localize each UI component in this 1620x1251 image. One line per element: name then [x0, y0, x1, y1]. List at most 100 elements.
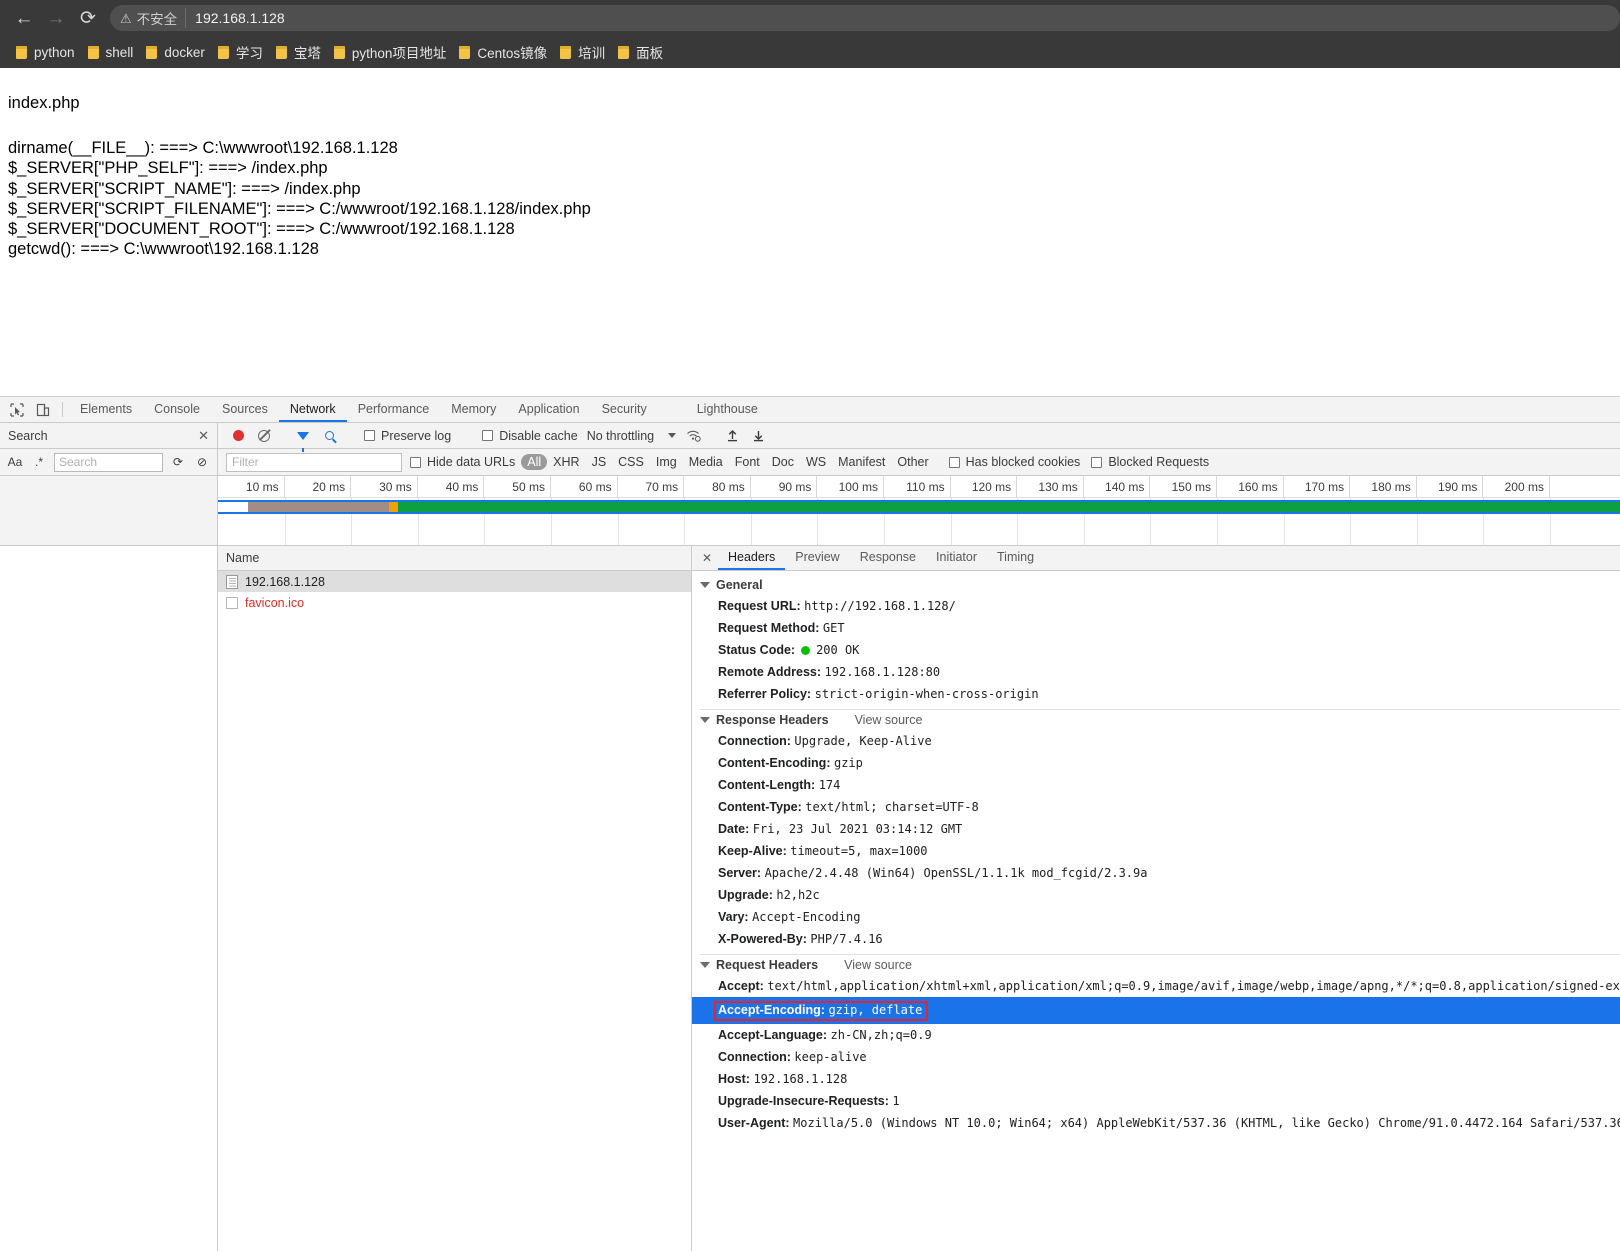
throttling-select[interactable]: No throttling [587, 429, 680, 443]
refresh-button[interactable]: ⟳ [167, 451, 189, 473]
regex-button[interactable]: .* [28, 451, 50, 473]
tab-sources[interactable]: Sources [211, 397, 279, 422]
type-filter-css[interactable]: CSS [612, 454, 650, 470]
bookmark-item[interactable]: shell [84, 42, 143, 63]
timeline-tick: 40 ms [418, 476, 485, 498]
type-filter-doc[interactable]: Doc [766, 454, 800, 470]
record-button[interactable] [225, 423, 251, 449]
disable-cache-label: Disable cache [499, 428, 578, 443]
request-name: favicon.ico [245, 595, 305, 610]
inspect-element-icon[interactable] [4, 397, 30, 422]
header-name: Referrer Policy: [718, 686, 812, 701]
network-filter-input[interactable]: Filter [226, 452, 402, 472]
tab-response[interactable]: Response [850, 546, 926, 570]
tab-timing[interactable]: Timing [987, 546, 1044, 570]
toggle-device-toolbar-icon[interactable] [30, 397, 56, 422]
view-source-link[interactable]: View source [855, 713, 923, 727]
timeline-tick: 170 ms [1284, 476, 1351, 498]
type-filter-xhr[interactable]: XHR [547, 454, 585, 470]
tab-initiator[interactable]: Initiator [926, 546, 987, 570]
network-conditions-button[interactable] [680, 423, 706, 449]
preserve-log-checkbox[interactable]: Preserve log [355, 429, 460, 443]
search-and-controls-strip: Search ✕ Preserve log Disable cache No t… [0, 423, 1620, 452]
type-filter-font[interactable]: Font [729, 454, 766, 470]
disable-cache-checkbox[interactable]: Disable cache [473, 429, 587, 443]
reload-icon[interactable]: ⟳ [72, 2, 104, 34]
type-filter-all[interactable]: All [521, 454, 548, 470]
bookmark-item[interactable]: python [12, 42, 84, 63]
request-headers-section-header[interactable]: Request Headers View source [692, 955, 1620, 975]
bookmark-item[interactable]: docker [142, 42, 214, 63]
view-source-link[interactable]: View source [844, 958, 912, 972]
overview-timeline[interactable]: 10 ms 20 ms 30 ms 40 ms 50 ms 60 ms 70 ms 80 ms… [218, 476, 1620, 545]
filter-toggle-button[interactable] [290, 423, 316, 452]
request-details-pane: ✕ Headers Preview Response Initiator Tim… [692, 546, 1620, 1251]
bookmark-item[interactable]: 面板 [614, 39, 672, 65]
table-row[interactable]: favicon.ico [218, 592, 691, 613]
header-value: 174 [818, 777, 841, 792]
timeline-tick: 130 ms [1017, 476, 1084, 498]
header-name: User-Agent: [718, 1115, 790, 1130]
resource-type-filters: All XHR JS CSS Img Media Font Doc WS Man… [521, 449, 934, 475]
page-content: index.php dirname(__FILE__): ===> C:\www… [0, 68, 1620, 396]
requests-column-header[interactable]: Name [218, 546, 691, 571]
header-value: Fri, 23 Jul 2021 03:14:12 GMT [752, 821, 963, 836]
bookmark-item[interactable]: Centos镜像 [455, 39, 556, 65]
header-value: strict-origin-when-cross-origin [814, 686, 1039, 701]
tab-security[interactable]: Security [591, 397, 658, 422]
search-toggle-button[interactable] [316, 423, 342, 449]
header-value: 200 OK [816, 642, 860, 657]
bookmark-item[interactable]: python项目地址 [330, 39, 456, 65]
forward-icon[interactable]: → [40, 2, 72, 34]
search-input[interactable]: Search [54, 452, 163, 472]
tab-lighthouse[interactable]: Lighthouse [686, 397, 769, 422]
requests-pane: Name 192.168.1.128 favicon.ico [218, 546, 692, 1251]
tab-elements[interactable]: Elements [69, 397, 143, 422]
hide-data-urls-checkbox[interactable]: Hide data URLs [408, 449, 521, 475]
header-row: Content-Type: text/html; charset=UTF-8 [692, 796, 1620, 818]
close-icon[interactable]: ✕ [696, 546, 718, 570]
clear-search-button[interactable]: ⊘ [191, 451, 213, 473]
blocked-requests-checkbox[interactable]: Blocked Requests [1089, 449, 1218, 475]
search-drawer-title: Search [8, 428, 48, 443]
type-filter-img[interactable]: Img [650, 454, 683, 470]
match-case-button[interactable]: Aa [4, 451, 26, 473]
hide-data-urls-label: Hide data URLs [427, 455, 516, 469]
close-icon[interactable]: ✕ [198, 428, 209, 444]
tab-performance[interactable]: Performance [347, 397, 441, 422]
header-row-accept-encoding[interactable]: Accept-Encoding: gzip, deflate [692, 997, 1620, 1024]
section-label: Response Headers [716, 713, 829, 727]
table-row[interactable]: 192.168.1.128 [218, 571, 691, 592]
bookmark-item[interactable]: 宝塔 [272, 39, 330, 65]
response-headers-section-header[interactable]: Response Headers View source [692, 710, 1620, 730]
tab-application[interactable]: Application [507, 397, 590, 422]
bookmark-item[interactable]: 学习 [214, 39, 272, 65]
tab-console[interactable]: Console [143, 397, 211, 422]
header-value: 192.168.1.128:80 [824, 664, 941, 679]
type-filter-manifest[interactable]: Manifest [832, 454, 891, 470]
general-section-header[interactable]: General [692, 575, 1620, 595]
type-filter-ws[interactable]: WS [800, 454, 832, 470]
tab-headers[interactable]: Headers [718, 546, 786, 570]
bookmark-label: 学习 [235, 46, 263, 61]
blocked-requests-label: Blocked Requests [1108, 455, 1210, 469]
import-har-button[interactable] [719, 423, 745, 449]
document-icon [226, 574, 238, 589]
header-row: Upgrade-Insecure-Requests: 1 [692, 1090, 1620, 1112]
has-blocked-cookies-checkbox[interactable]: Has blocked cookies [935, 449, 1090, 475]
bookmark-item[interactable]: 培训 [556, 39, 614, 65]
back-icon[interactable]: ← [8, 2, 40, 34]
tab-preview[interactable]: Preview [785, 546, 849, 570]
timeline-tick: 50 ms [484, 476, 551, 498]
type-filter-js[interactable]: JS [586, 454, 613, 470]
header-value: PHP/7.4.16 [810, 931, 883, 946]
type-filter-other[interactable]: Other [891, 454, 934, 470]
clear-button[interactable] [251, 423, 277, 449]
tab-network[interactable]: Network [278, 397, 347, 422]
address-bar[interactable]: ⚠ 不安全 192.168.1.128 [110, 5, 1620, 31]
header-name: Date: [718, 821, 750, 836]
export-har-button[interactable] [745, 423, 771, 449]
type-filter-media[interactable]: Media [683, 454, 729, 470]
tab-memory[interactable]: Memory [440, 397, 507, 422]
timeline-tick: 110 ms [884, 476, 951, 498]
